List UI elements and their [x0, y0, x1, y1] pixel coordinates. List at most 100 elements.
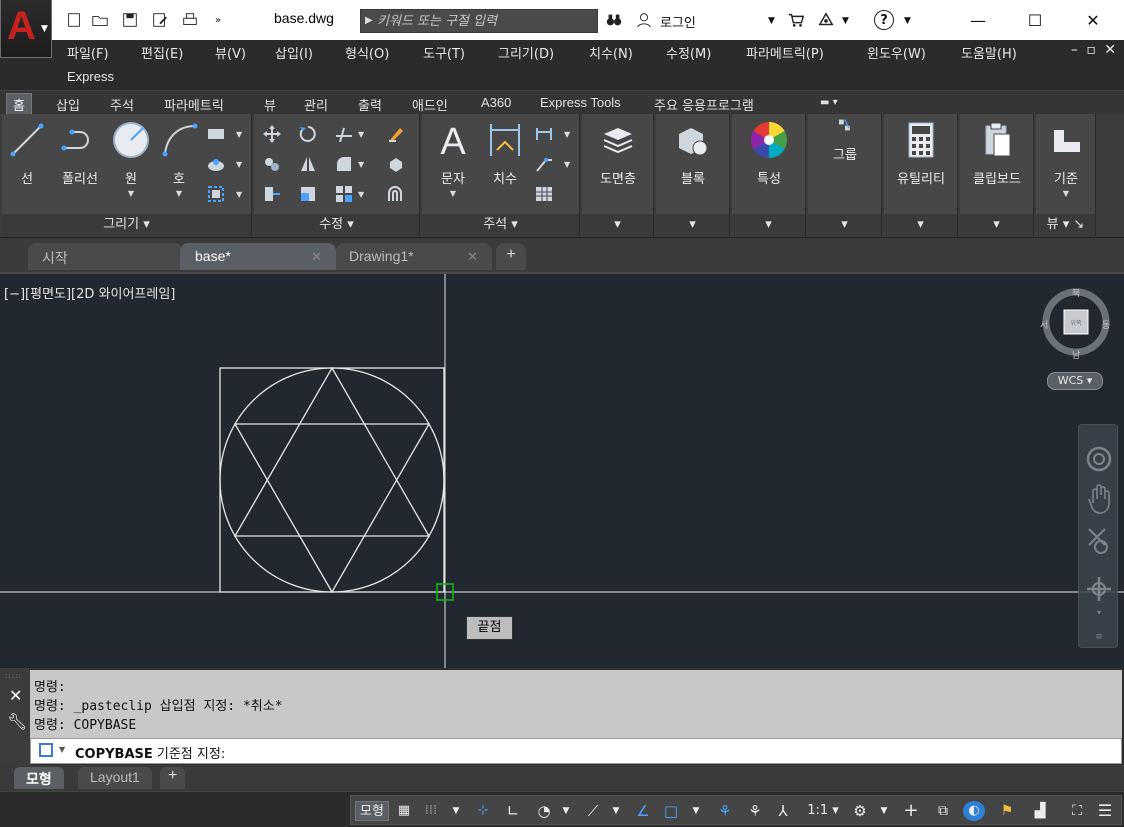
panel-groups-expand-icon[interactable]: ▾	[808, 214, 881, 236]
menu-modify[interactable]: 수정(M)	[666, 43, 711, 62]
annotation-scale-value[interactable]: 1:1 ▾	[805, 801, 841, 821]
menu-dimension[interactable]: 치수(N)	[589, 43, 633, 62]
compass-north[interactable]: 북	[1072, 286, 1080, 299]
grip-icon[interactable]: :::::	[5, 672, 22, 680]
wcs-dropdown[interactable]: WCS ▾	[1047, 372, 1103, 390]
panel-utilities-expand-icon[interactable]: ▾	[884, 214, 957, 236]
autoscale-icon[interactable]: ⚘	[743, 801, 767, 821]
block-button[interactable]: 블록	[660, 120, 726, 208]
workspace-gear-icon[interactable]: ⚙	[849, 801, 871, 821]
snap-mode-icon[interactable]: ⁞⁞⁞	[419, 801, 443, 821]
model-space-button[interactable]: 모형	[355, 801, 389, 821]
save-as-icon[interactable]	[150, 10, 170, 30]
annotation-visibility-icon[interactable]: ⚘	[713, 801, 737, 821]
move-icon[interactable]	[262, 124, 282, 144]
array-icon[interactable]	[334, 184, 354, 204]
compass-west[interactable]: 서	[1040, 318, 1048, 331]
trim-icon[interactable]	[334, 124, 354, 144]
polar-tracking-icon[interactable]: ◔	[533, 801, 555, 821]
panel-properties-expand-icon[interactable]: ▾	[732, 214, 805, 236]
mirror-icon[interactable]	[298, 154, 318, 174]
ribbon-minimize-icon[interactable]: ▬ ▾	[820, 97, 838, 108]
copy-icon[interactable]	[262, 154, 282, 174]
open-folder-icon[interactable]	[90, 10, 110, 30]
compass-east[interactable]: 동	[1102, 318, 1110, 331]
connect-dropdown-icon[interactable]: ▼	[842, 16, 849, 26]
group-button[interactable]: 그룹	[812, 116, 878, 204]
close-tab-icon[interactable]: ✕	[467, 249, 478, 265]
isodraft-dropdown-icon[interactable]: ▼	[609, 801, 623, 821]
viewport-controls-label[interactable]: [−][평면도][2D 와이어프레임]	[4, 283, 175, 302]
ortho-mode-icon[interactable]: ∟	[503, 801, 523, 821]
boundary-dropdown-icon[interactable]: ▼	[236, 190, 242, 199]
login-label[interactable]: 로그인	[660, 12, 696, 31]
circle-dropdown-icon[interactable]: ▼	[106, 189, 156, 198]
command-input[interactable]: ▼ COPYBASE 기준점 지정:	[30, 738, 1122, 764]
linear-dimension-dropdown-icon[interactable]: ▼	[564, 130, 570, 139]
search-input[interactable]	[377, 12, 593, 30]
menu-insert[interactable]: 삽입(I)	[275, 43, 313, 62]
drawing-square[interactable]	[219, 367, 445, 593]
rotate-icon[interactable]	[298, 124, 318, 144]
clipboard-button[interactable]: 클립보드	[964, 120, 1030, 208]
new-layout-button[interactable]: +	[160, 767, 186, 789]
drawing-triangle-up[interactable]	[233, 366, 431, 537]
help-dropdown-icon[interactable]: ▼	[904, 16, 911, 26]
user-icon[interactable]	[634, 10, 654, 30]
annotation-scale-icon[interactable]: ⅄	[771, 801, 795, 821]
cart-icon[interactable]	[786, 10, 806, 30]
layers-button[interactable]: 도면층	[585, 120, 651, 208]
hardware-acceleration-icon[interactable]: ▟	[1027, 801, 1053, 821]
minimize-button[interactable]: —	[955, 0, 1001, 40]
text-dropdown-icon[interactable]: ▼	[424, 189, 482, 198]
customize-wrench-icon[interactable]: 🔧︎	[7, 712, 27, 731]
customization-menu-icon[interactable]: ☰	[1093, 801, 1117, 821]
more-quickaccess-icon[interactable]: »	[208, 10, 228, 30]
tab-model[interactable]: 모형	[14, 767, 64, 789]
connect-icon[interactable]	[816, 10, 836, 30]
compass-south[interactable]: 남	[1072, 348, 1080, 361]
new-tab-button[interactable]: +	[496, 243, 526, 270]
hatch-icon[interactable]	[206, 154, 226, 174]
tab-drawing1[interactable]: Drawing1* ✕	[336, 243, 492, 270]
panel-annotation-title[interactable]: 주석 ▾	[422, 214, 579, 236]
close-command-line-icon[interactable]: ✕	[9, 686, 22, 705]
maximize-button[interactable]: ☐	[1012, 0, 1058, 40]
object-snap-dropdown-icon[interactable]: ▼	[689, 801, 703, 821]
tab-featured-apps[interactable]: 주요 응용프로그램	[654, 95, 754, 114]
search-expand-icon[interactable]: ▶	[365, 15, 373, 26]
polar-dropdown-icon[interactable]: ▼	[559, 801, 573, 821]
trim-dropdown-icon[interactable]: ▼	[358, 130, 364, 139]
tab-parametric[interactable]: 파라메트릭	[164, 95, 224, 114]
menu-parametric[interactable]: 파라메트릭(P)	[746, 43, 824, 62]
explode-icon[interactable]	[386, 154, 406, 174]
tab-layout1[interactable]: Layout1	[78, 767, 152, 789]
base-view-dropdown-icon[interactable]: ▼	[1033, 189, 1099, 198]
menu-express[interactable]: Express	[67, 69, 114, 84]
menu-view[interactable]: 뷰(V)	[215, 43, 246, 62]
panel-layers-expand-icon[interactable]: ▾	[582, 214, 653, 236]
close-button[interactable]: ✕	[1070, 0, 1116, 40]
drawing-viewport[interactable]: [−][평면도][2D 와이어프레임] 끝점 위쪽 북 남 동 서 WCS ▾	[0, 272, 1124, 670]
properties-button[interactable]: 특성	[736, 120, 802, 208]
panel-modify-title[interactable]: 수정 ▾	[254, 214, 419, 236]
arc-dropdown-icon[interactable]: ▼	[154, 189, 204, 198]
object-snap-tracking-icon[interactable]: ∠	[631, 801, 655, 821]
command-recent-dropdown-icon[interactable]: ▼	[59, 745, 65, 754]
tab-view[interactable]: 뷰	[264, 95, 276, 114]
fillet-dropdown-icon[interactable]: ▼	[358, 160, 364, 169]
hatch-dropdown-icon[interactable]: ▼	[236, 160, 242, 169]
base-view-button[interactable]: 기준 ▼	[1033, 120, 1099, 208]
menu-format[interactable]: 형식(O)	[345, 43, 389, 62]
tab-output[interactable]: 출력	[358, 95, 382, 114]
menu-help[interactable]: 도움말(H)	[961, 43, 1017, 62]
binoculars-icon[interactable]	[604, 10, 624, 30]
tab-annotate[interactable]: 주석	[110, 95, 134, 114]
menu-file[interactable]: 파일(F)	[67, 43, 109, 62]
tab-home[interactable]: 홈	[6, 93, 32, 115]
menu-draw[interactable]: 그리기(D)	[498, 43, 554, 62]
linear-dimension-icon[interactable]	[534, 124, 554, 144]
units-icon[interactable]: ⧉	[931, 801, 955, 821]
array-dropdown-icon[interactable]: ▼	[358, 190, 364, 199]
stretch-icon[interactable]	[262, 184, 282, 204]
